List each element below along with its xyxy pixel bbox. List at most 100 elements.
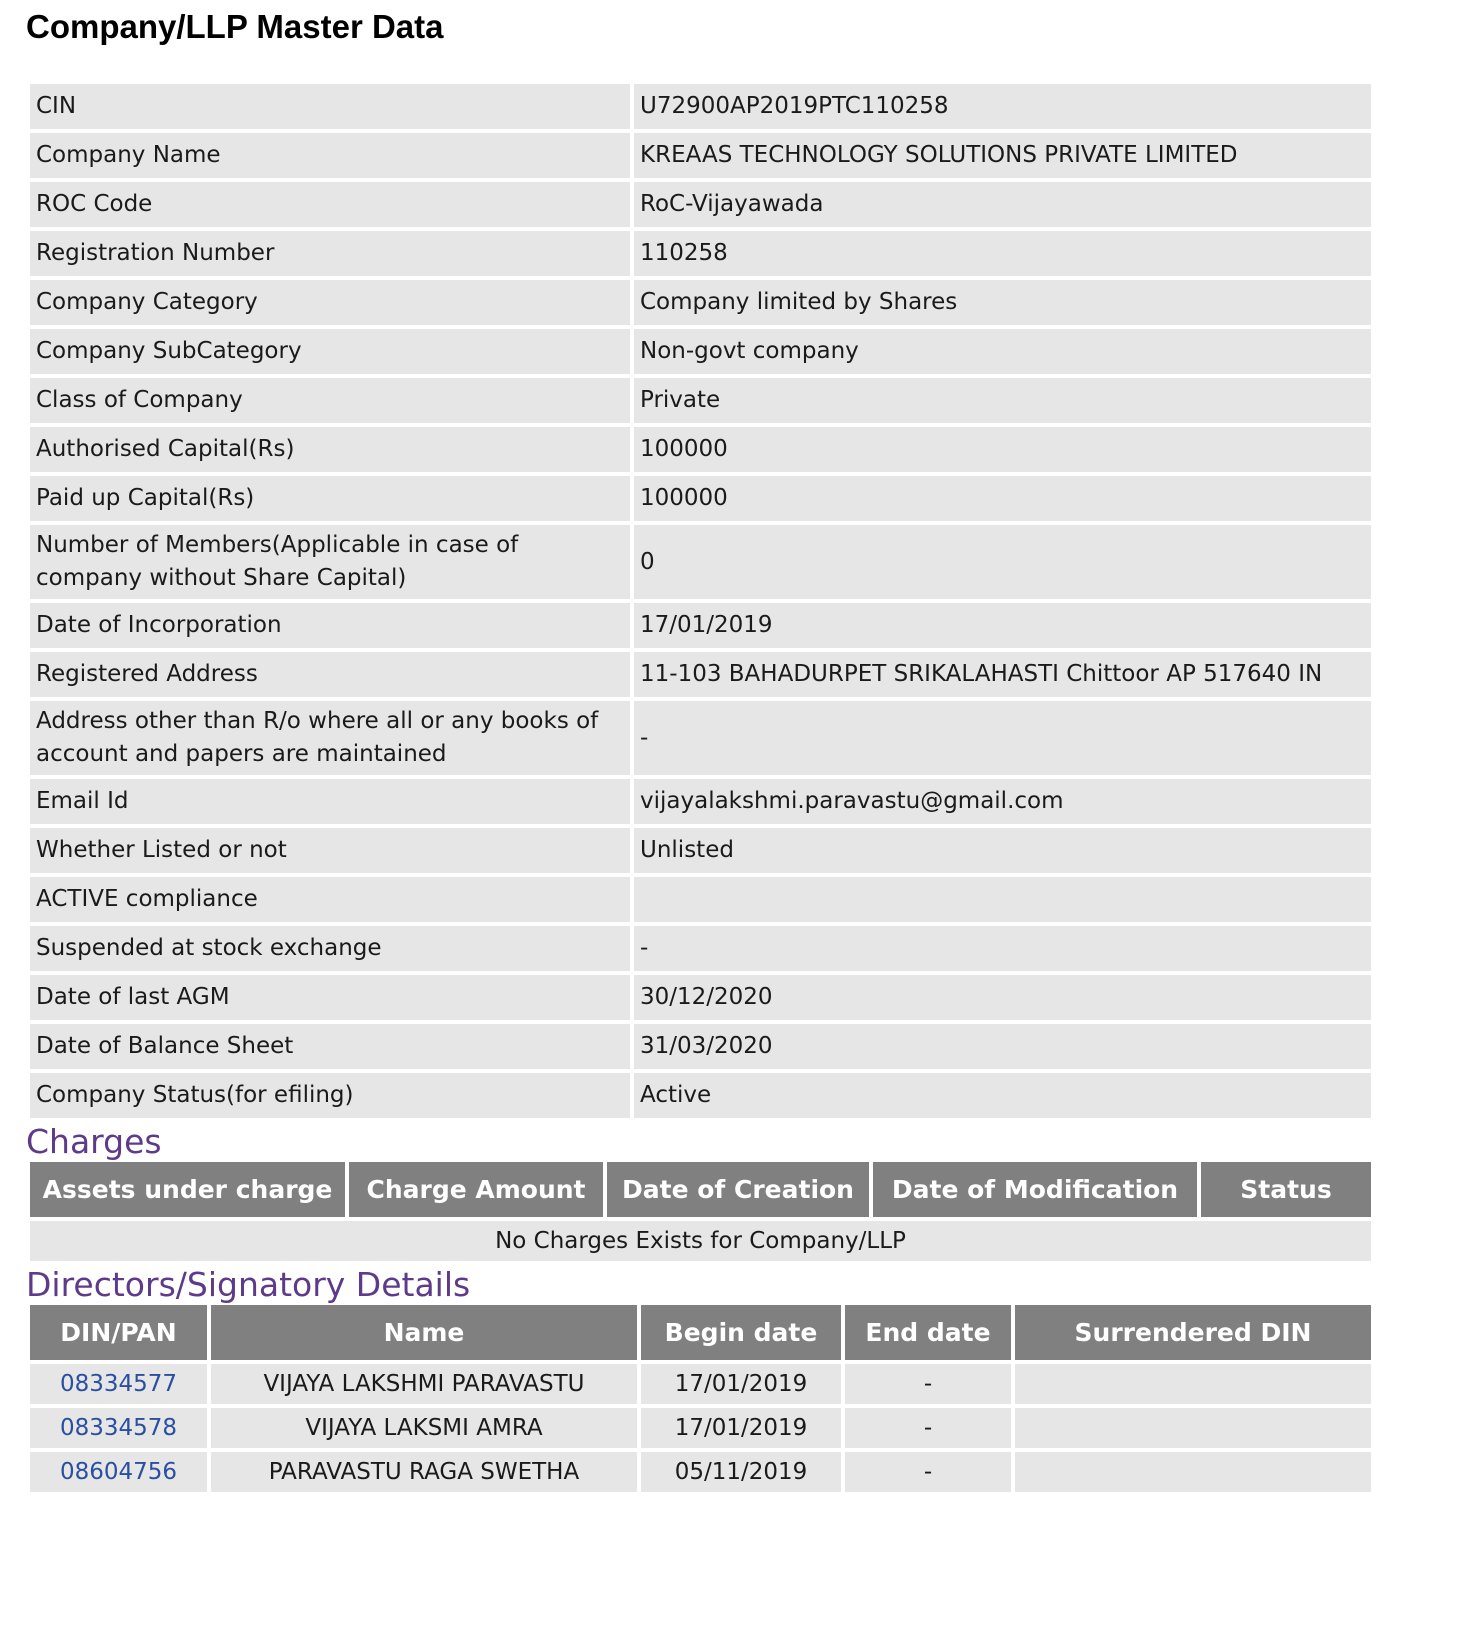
column-header-assets: Assets under charge (30, 1162, 345, 1217)
din-link[interactable]: 08334578 (60, 1415, 177, 1441)
table-row: Address other than R/o where all or any … (30, 701, 1371, 775)
table-row: Date of last AGM 30/12/2020 (30, 975, 1371, 1020)
surrendered-din (1015, 1408, 1371, 1448)
field-value: - (634, 926, 1371, 971)
empty-message: No Charges Exists for Company/LLP (30, 1221, 1371, 1261)
table-row: Paid up Capital(Rs) 100000 (30, 476, 1371, 521)
field-label: Date of Balance Sheet (30, 1024, 630, 1069)
director-name: VIJAYA LAKSHMI PARAVASTU (211, 1364, 637, 1404)
column-header-date-of-modification: Date of Modification (873, 1162, 1197, 1217)
field-value: 31/03/2020 (634, 1024, 1371, 1069)
field-label: Address other than R/o where all or any … (30, 701, 630, 775)
field-label: Paid up Capital(Rs) (30, 476, 630, 521)
column-header-name: Name (211, 1305, 637, 1360)
begin-date: 17/01/2019 (641, 1364, 841, 1404)
field-label: Suspended at stock exchange (30, 926, 630, 971)
end-date: - (845, 1408, 1011, 1448)
field-value: 30/12/2020 (634, 975, 1371, 1020)
column-header-charge-amount: Charge Amount (349, 1162, 603, 1217)
field-label: CIN (30, 84, 630, 129)
director-name: VIJAYA LAKSMI AMRA (211, 1408, 637, 1448)
directors-header-row: DIN/PAN Name Begin date End date Surrend… (30, 1305, 1371, 1360)
din-link[interactable]: 08604756 (60, 1459, 177, 1485)
field-label: Class of Company (30, 378, 630, 423)
field-label: Company Status(for efiling) (30, 1073, 630, 1118)
master-data-table: CIN U72900AP2019PTC110258 Company Name K… (26, 80, 1375, 1122)
surrendered-din (1015, 1452, 1371, 1492)
table-row: ROC Code RoC-Vijayawada (30, 182, 1371, 227)
field-value: 100000 (634, 476, 1371, 521)
page-container: Company/LLP Master Data CIN U72900AP2019… (26, 0, 1371, 1496)
field-label: Authorised Capital(Rs) (30, 427, 630, 472)
table-row: Company Category Company limited by Shar… (30, 280, 1371, 325)
table-row: Email Id vijayalakshmi.paravastu@gmail.c… (30, 779, 1371, 824)
table-row: Date of Incorporation 17/01/2019 (30, 603, 1371, 648)
charges-section-title: Charges (26, 1122, 162, 1161)
field-value: 0 (634, 525, 1371, 599)
table-row: Suspended at stock exchange - (30, 926, 1371, 971)
end-date: - (845, 1364, 1011, 1404)
table-row: Registered Address 11-103 BAHADURPET SRI… (30, 652, 1371, 697)
charges-header-row: Assets under charge Charge Amount Date o… (30, 1162, 1371, 1217)
table-row: CIN U72900AP2019PTC110258 (30, 84, 1371, 129)
surrendered-din (1015, 1364, 1371, 1404)
din-cell: 08604756 (30, 1452, 207, 1492)
column-header-status: Status (1201, 1162, 1371, 1217)
director-name: PARAVASTU RAGA SWETHA (211, 1452, 637, 1492)
field-value: U72900AP2019PTC110258 (634, 84, 1371, 129)
table-row: ACTIVE compliance (30, 877, 1371, 922)
begin-date: 05/11/2019 (641, 1452, 841, 1492)
field-value: Company limited by Shares (634, 280, 1371, 325)
column-header-end-date: End date (845, 1305, 1011, 1360)
din-cell: 08334578 (30, 1408, 207, 1448)
field-value: Non-govt company (634, 329, 1371, 374)
column-header-begin-date: Begin date (641, 1305, 841, 1360)
field-label: Company Category (30, 280, 630, 325)
page-title: Company/LLP Master Data (26, 8, 444, 45)
table-row: 08334578 VIJAYA LAKSMI AMRA 17/01/2019 - (30, 1408, 1371, 1448)
field-label: Whether Listed or not (30, 828, 630, 873)
table-row: 08604756 PARAVASTU RAGA SWETHA 05/11/201… (30, 1452, 1371, 1492)
table-row: Date of Balance Sheet 31/03/2020 (30, 1024, 1371, 1069)
field-value: Unlisted (634, 828, 1371, 873)
din-link[interactable]: 08334577 (60, 1371, 177, 1397)
field-label: Company Name (30, 133, 630, 178)
charges-table: Assets under charge Charge Amount Date o… (26, 1158, 1375, 1265)
field-value: KREAAS TECHNOLOGY SOLUTIONS PRIVATE LIMI… (634, 133, 1371, 178)
field-value: vijayalakshmi.paravastu@gmail.com (634, 779, 1371, 824)
field-value: 100000 (634, 427, 1371, 472)
field-label: Date of Incorporation (30, 603, 630, 648)
field-label: Email Id (30, 779, 630, 824)
table-row: Authorised Capital(Rs) 100000 (30, 427, 1371, 472)
field-value: - (634, 701, 1371, 775)
field-label: Company SubCategory (30, 329, 630, 374)
field-label: ACTIVE compliance (30, 877, 630, 922)
field-label: ROC Code (30, 182, 630, 227)
directors-section-title: Directors/Signatory Details (26, 1265, 471, 1304)
field-value: 17/01/2019 (634, 603, 1371, 648)
table-row: Registration Number 110258 (30, 231, 1371, 276)
column-header-din-pan: DIN/PAN (30, 1305, 207, 1360)
table-row: Number of Members(Applicable in case of … (30, 525, 1371, 599)
din-cell: 08334577 (30, 1364, 207, 1404)
field-value: 11-103 BAHADURPET SRIKALAHASTI Chittoor … (634, 652, 1371, 697)
field-value: Private (634, 378, 1371, 423)
field-value: Active (634, 1073, 1371, 1118)
end-date: - (845, 1452, 1011, 1492)
table-row: Whether Listed or not Unlisted (30, 828, 1371, 873)
table-row: Company SubCategory Non-govt company (30, 329, 1371, 374)
field-label: Registered Address (30, 652, 630, 697)
column-header-surrendered-din: Surrendered DIN (1015, 1305, 1371, 1360)
field-value (634, 877, 1371, 922)
column-header-date-of-creation: Date of Creation (607, 1162, 869, 1217)
field-value: RoC-Vijayawada (634, 182, 1371, 227)
table-row: Company Name KREAAS TECHNOLOGY SOLUTIONS… (30, 133, 1371, 178)
table-row: No Charges Exists for Company/LLP (30, 1221, 1371, 1261)
field-label: Number of Members(Applicable in case of … (30, 525, 630, 599)
table-row: Class of Company Private (30, 378, 1371, 423)
field-label: Date of last AGM (30, 975, 630, 1020)
field-value: 110258 (634, 231, 1371, 276)
field-label: Registration Number (30, 231, 630, 276)
directors-table: DIN/PAN Name Begin date End date Surrend… (26, 1301, 1375, 1496)
begin-date: 17/01/2019 (641, 1408, 841, 1448)
